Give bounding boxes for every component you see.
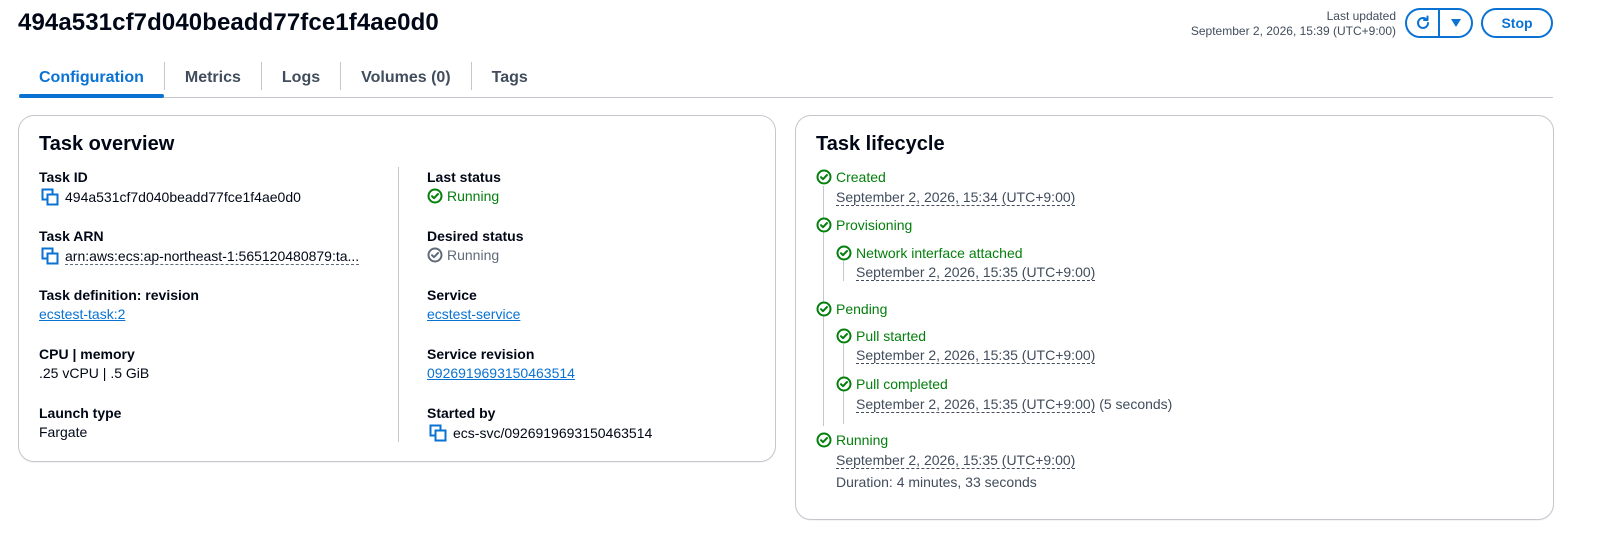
lifecycle-running-time: September 2, 2026, 15:35 (UTC+9:00) <box>836 452 1076 469</box>
task-arn-label: Task ARN <box>39 228 104 244</box>
lifecycle-network-interface-time: September 2, 2026, 15:35 (UTC+9:00) <box>856 264 1096 281</box>
launch-type-label: Launch type <box>39 405 122 421</box>
refresh-button-group <box>1405 8 1473 38</box>
tab-configuration[interactable]: Configuration <box>19 58 164 98</box>
status-success-icon <box>816 169 832 185</box>
lifecycle-network-interface-label: Network interface attached <box>856 245 1023 261</box>
lifecycle-provisioning-label: Provisioning <box>836 217 913 233</box>
task-overview-title: Task overview <box>39 133 175 155</box>
status-success-icon <box>427 188 443 204</box>
last-status-value: Running <box>427 188 499 204</box>
desired-status-label: Desired status <box>427 228 524 244</box>
lifecycle-network-interface-timestamp[interactable]: September 2, 2026, 15:35 (UTC+9:00) <box>856 264 1096 281</box>
caret-down-icon <box>1450 19 1461 27</box>
lifecycle-pull-started-timestamp[interactable]: September 2, 2026, 15:35 (UTC+9:00) <box>856 347 1096 364</box>
task-id-text: 494a531cf7d040beadd77fce1f4ae0d0 <box>65 189 301 205</box>
stop-button[interactable]: Stop <box>1481 8 1553 38</box>
task-definition-link[interactable]: ecstest-task:2 <box>39 306 125 322</box>
lifecycle-pending-label: Pending <box>836 301 888 317</box>
service-link[interactable]: ecstest-service <box>427 306 520 322</box>
last-status-label: Last status <box>427 169 501 185</box>
status-success-icon <box>816 432 832 448</box>
lifecycle-running-timestamp[interactable]: September 2, 2026, 15:35 (UTC+9:00) <box>836 452 1076 469</box>
lifecycle-pull-completed: Pull completed <box>836 376 948 392</box>
copy-icon <box>41 247 59 265</box>
lifecycle-subtree-line <box>843 261 844 281</box>
lifecycle-pull-completed-duration: (5 seconds) <box>1099 396 1173 412</box>
page-title: 494a531cf7d040beadd77fce1f4ae0d0 <box>18 9 439 36</box>
lifecycle-provisioning: Provisioning <box>816 217 912 233</box>
lifecycle-network-interface: Network interface attached <box>836 245 1023 261</box>
status-success-icon <box>836 376 852 392</box>
column-divider <box>398 167 399 442</box>
lifecycle-running-label: Running <box>836 432 889 448</box>
lifecycle-pull-started: Pull started <box>836 328 926 344</box>
task-lifecycle-title: Task lifecycle <box>816 133 945 155</box>
status-stopped-icon <box>427 247 443 263</box>
refresh-button[interactable] <box>1407 10 1438 36</box>
lifecycle-created: Created <box>816 169 886 185</box>
lifecycle-pending: Pending <box>816 301 887 317</box>
service-revision-label: Service revision <box>427 346 535 362</box>
task-overview-card: Task overview Task ID 494a531cf7d040bead… <box>18 115 776 462</box>
last-updated: Last updated September 2, 2026, 15:39 (U… <box>1191 9 1396 39</box>
status-success-icon <box>816 217 832 233</box>
status-success-icon <box>836 245 852 261</box>
copy-task-id-button[interactable] <box>41 188 59 206</box>
service-value: ecstest-service <box>427 306 520 322</box>
tab-metrics[interactable]: Metrics <box>165 58 261 97</box>
task-lifecycle-card: Task lifecycle Created September 2, 2026… <box>795 115 1554 520</box>
cpu-memory-label: CPU | memory <box>39 346 135 362</box>
started-by-value: ecs-svc/0926919693150463514 <box>429 424 652 442</box>
desired-status-value: Running <box>427 247 499 263</box>
lifecycle-created-timestamp[interactable]: September 2, 2026, 15:34 (UTC+9:00) <box>836 189 1076 206</box>
service-revision-value: 0926919693150463514 <box>427 365 575 381</box>
lifecycle-created-label: Created <box>836 169 886 185</box>
last-status-text: Running <box>447 188 500 204</box>
started-by-label: Started by <box>427 405 496 421</box>
copy-icon <box>429 424 447 442</box>
service-label: Service <box>427 287 477 303</box>
lifecycle-pull-completed-time: September 2, 2026, 15:35 (UTC+9:00) (5 s… <box>856 396 1173 413</box>
task-id-value: 494a531cf7d040beadd77fce1f4ae0d0 <box>41 188 301 206</box>
copy-icon <box>41 188 59 206</box>
last-updated-value: September 2, 2026, 15:39 (UTC+9:00) <box>1190 24 1396 38</box>
copy-started-by-button[interactable] <box>429 424 447 442</box>
lifecycle-running-duration: Duration: 4 minutes, 33 seconds <box>836 474 1037 490</box>
task-definition-label: Task definition: revision <box>39 287 199 303</box>
refresh-icon <box>1416 15 1429 29</box>
started-by-text: ecs-svc/0926919693150463514 <box>453 425 653 441</box>
status-success-icon <box>816 301 832 317</box>
copy-task-arn-button[interactable] <box>41 247 59 265</box>
lifecycle-pull-started-time: September 2, 2026, 15:35 (UTC+9:00) <box>856 347 1096 364</box>
tab-logs[interactable]: Logs <box>262 58 340 97</box>
lifecycle-pull-completed-timestamp[interactable]: September 2, 2026, 15:35 (UTC+9:00) <box>856 396 1096 413</box>
task-arn-text[interactable]: arn:aws:ecs:ap-northeast-1:565120480879:… <box>65 248 360 265</box>
lifecycle-pull-completed-label: Pull completed <box>856 376 948 392</box>
tab-volumes[interactable]: Volumes (0) <box>341 58 471 97</box>
task-definition-value: ecstest-task:2 <box>39 306 125 322</box>
lifecycle-created-time: September 2, 2026, 15:34 (UTC+9:00) <box>836 189 1076 206</box>
cpu-memory-value: .25 vCPU | .5 GiB <box>39 365 150 381</box>
status-success-icon <box>836 328 852 344</box>
tab-tags[interactable]: Tags <box>472 58 548 97</box>
service-revision-link[interactable]: 0926919693150463514 <box>427 365 575 381</box>
task-id-label: Task ID <box>39 169 88 185</box>
refresh-options-button[interactable] <box>1438 10 1471 36</box>
desired-status-text: Running <box>447 247 500 263</box>
tab-bar: Configuration Metrics Logs Volumes (0) T… <box>19 58 1553 98</box>
page-header: 494a531cf7d040beadd77fce1f4ae0d0 Last up… <box>18 8 1588 42</box>
lifecycle-running: Running <box>816 432 888 448</box>
last-updated-label: Last updated <box>1326 9 1396 23</box>
lifecycle-pull-started-label: Pull started <box>856 328 927 344</box>
launch-type-value: Fargate <box>39 424 88 440</box>
task-arn-value: arn:aws:ecs:ap-northeast-1:565120480879:… <box>41 247 360 265</box>
